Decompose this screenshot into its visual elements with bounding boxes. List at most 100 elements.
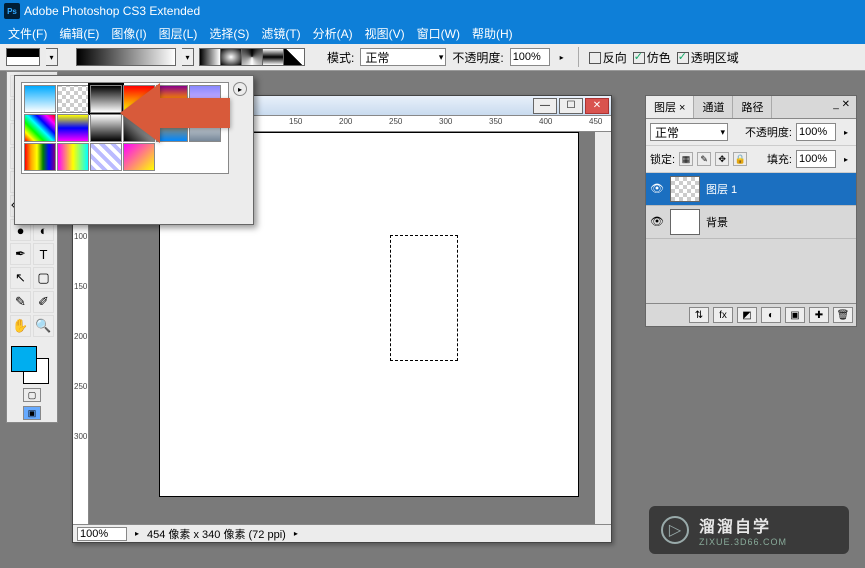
quickmask-icon[interactable]: ▢ — [23, 388, 41, 402]
new-group-icon[interactable]: ▣ — [785, 307, 805, 323]
reverse-checkbox[interactable] — [589, 52, 601, 64]
layer-opacity-label: 不透明度: — [745, 124, 792, 140]
layer-row[interactable]: 👁 图层 1 — [646, 173, 856, 206]
lock-pixels-icon[interactable]: ✎ — [697, 152, 711, 166]
gradient-preset[interactable] — [123, 143, 155, 171]
play-icon: ▷ — [661, 516, 689, 544]
gradient-reflected[interactable] — [262, 48, 284, 66]
tool-path[interactable]: ↖ — [10, 267, 31, 289]
status-text: 454 像素 x 340 像素 (72 ppi) — [147, 526, 286, 542]
gradient-preset[interactable] — [90, 143, 122, 171]
tool-hand[interactable]: ✋ — [10, 315, 31, 337]
tool-zoom[interactable]: 🔍 — [33, 315, 54, 337]
watermark-url: ZIXUE.3D66.COM — [699, 537, 787, 547]
color-swatches[interactable] — [9, 344, 55, 384]
gradient-preset[interactable] — [156, 114, 188, 142]
gradient-preset[interactable] — [57, 143, 89, 171]
layer-mask-icon[interactable]: ◩ — [737, 307, 757, 323]
gradient-preset[interactable] — [90, 114, 122, 142]
menu-select[interactable]: 选择(S) — [205, 23, 253, 44]
status-menu[interactable]: ▸ — [294, 529, 298, 538]
new-layer-icon[interactable]: ✚ — [809, 307, 829, 323]
app-title: Adobe Photoshop CS3 Extended — [24, 4, 200, 18]
gradient-diamond[interactable] — [283, 48, 305, 66]
tool-pen[interactable]: ✒ — [10, 243, 31, 265]
gradient-preset[interactable] — [24, 114, 56, 142]
selection-marquee — [390, 235, 458, 361]
transparent-checkbox[interactable] — [677, 52, 689, 64]
fill-stepper[interactable]: ▸ — [840, 155, 852, 164]
gradient-picker-popup[interactable]: ▸ — [14, 75, 254, 225]
fill-input[interactable]: 100% — [796, 150, 836, 168]
lock-label: 锁定: — [650, 151, 675, 167]
gradient-preset[interactable] — [90, 85, 122, 113]
gradient-preset[interactable] — [156, 85, 188, 113]
tool-notes[interactable]: ✎ — [10, 291, 31, 313]
lock-transparent-icon[interactable]: ▦ — [679, 152, 693, 166]
mode-select[interactable]: 正常 — [360, 48, 446, 66]
close-button[interactable]: ✕ — [585, 98, 609, 114]
menu-file[interactable]: 文件(F) — [4, 23, 51, 44]
gradient-swatch-drop[interactable]: ▾ — [182, 48, 194, 66]
zoom-input[interactable]: 100% — [77, 527, 127, 541]
menu-image[interactable]: 图像(I) — [107, 23, 150, 44]
blend-mode-select[interactable]: 正常 — [650, 123, 728, 141]
menu-analysis[interactable]: 分析(A) — [309, 23, 357, 44]
screenmode-icon[interactable]: ▣ — [23, 406, 41, 420]
dither-label: 仿色 — [647, 51, 671, 65]
visibility-icon[interactable]: 👁 — [650, 215, 664, 229]
menu-help[interactable]: 帮助(H) — [468, 23, 517, 44]
tool-type[interactable]: T — [33, 243, 54, 265]
dither-checkbox[interactable] — [633, 52, 645, 64]
gradient-swatch[interactable] — [76, 48, 176, 66]
layer-name[interactable]: 背景 — [706, 214, 728, 230]
gradient-preset[interactable] — [57, 85, 89, 113]
gradient-preset[interactable] — [189, 85, 221, 113]
menu-layer[interactable]: 图层(L) — [155, 23, 202, 44]
lock-icons: ▦ ✎ ✥ 🔒 — [679, 152, 748, 166]
tool-eyedrop[interactable]: ✐ — [33, 291, 54, 313]
reverse-label: 反向 — [603, 51, 627, 65]
menu-view[interactable]: 视图(V) — [361, 23, 409, 44]
layers-panel: 图层 × 通道 路径 _ ✕ 正常 不透明度: 100% ▸ 锁定: ▦ ✎ ✥… — [645, 95, 857, 327]
gradient-radial[interactable] — [220, 48, 242, 66]
minimize-button[interactable]: — — [533, 98, 557, 114]
layer-row[interactable]: 👁 背景 — [646, 206, 856, 239]
gradient-preset[interactable] — [123, 114, 155, 142]
layer-thumbnail[interactable] — [670, 176, 700, 202]
tab-layers[interactable]: 图层 × — [646, 96, 694, 118]
lock-position-icon[interactable]: ✥ — [715, 152, 729, 166]
layer-thumbnail[interactable] — [670, 209, 700, 235]
delete-layer-icon[interactable]: 🗑 — [833, 307, 853, 323]
layer-opacity-stepper[interactable]: ▸ — [840, 128, 852, 137]
tab-channels[interactable]: 通道 — [694, 96, 733, 118]
foreground-color[interactable] — [11, 346, 37, 372]
opacity-stepper[interactable]: ▸ — [556, 53, 568, 62]
gradient-angle[interactable] — [241, 48, 263, 66]
menu-window[interactable]: 窗口(W) — [413, 23, 464, 44]
gradient-preset[interactable] — [24, 143, 56, 171]
visibility-icon[interactable]: 👁 — [650, 182, 664, 196]
menu-edit[interactable]: 编辑(E) — [55, 23, 103, 44]
layer-name[interactable]: 图层 1 — [706, 181, 737, 197]
tool-shape[interactable]: ▢ — [33, 267, 54, 289]
maximize-button[interactable]: ☐ — [559, 98, 583, 114]
gradient-preset[interactable] — [57, 114, 89, 142]
zoom-stepper[interactable]: ▸ — [135, 529, 139, 538]
lock-all-icon[interactable]: 🔒 — [733, 152, 747, 166]
gradient-linear[interactable] — [199, 48, 221, 66]
gradient-picker-menu-icon[interactable]: ▸ — [233, 82, 247, 96]
adjustment-layer-icon[interactable]: ◐ — [761, 307, 781, 323]
tool-preset-drop[interactable]: ▾ — [46, 48, 58, 66]
layer-opacity-input[interactable]: 100% — [796, 123, 836, 141]
menu-filter[interactable]: 滤镜(T) — [257, 23, 304, 44]
tool-preset-swatch[interactable] — [6, 48, 40, 66]
layer-fx-icon[interactable]: fx — [713, 307, 733, 323]
link-layers-icon[interactable]: ⇅ — [689, 307, 709, 323]
opacity-input[interactable]: 100% — [510, 48, 550, 66]
gradient-preset[interactable] — [123, 85, 155, 113]
gradient-preset[interactable] — [24, 85, 56, 113]
panel-menu-icon[interactable]: _ ✕ — [827, 96, 856, 118]
tab-paths[interactable]: 路径 — [733, 96, 772, 118]
gradient-preset[interactable] — [189, 114, 221, 142]
